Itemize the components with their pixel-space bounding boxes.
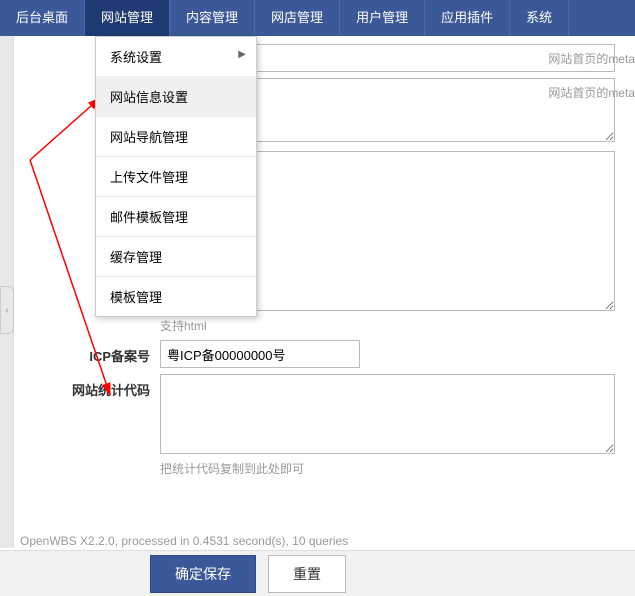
row-stat: 网站统计代码 把统计代码复制到此处即可 [20, 374, 635, 477]
bottom-bar: 确定保存 重置 [0, 550, 635, 596]
nav-tab-2[interactable]: 内容管理 [170, 0, 255, 36]
nav-tab-0[interactable]: 后台桌面 [0, 0, 85, 36]
dropdown-item-6[interactable]: 模板管理 [96, 277, 256, 316]
reset-button[interactable]: 重置 [268, 555, 346, 593]
dropdown-item-4[interactable]: 邮件模板管理 [96, 197, 256, 237]
row-icp: ICP备案号 [20, 340, 635, 368]
dropdown-item-2[interactable]: 网站导航管理 [96, 117, 256, 157]
nav-tab-1[interactable]: 网站管理 [85, 0, 170, 36]
dropdown-item-5[interactable]: 缓存管理 [96, 237, 256, 277]
dropdown-item-1[interactable]: 网站信息设置 [96, 77, 256, 117]
hint-html: 支持html [160, 317, 635, 334]
label-stat: 网站统计代码 [20, 374, 160, 399]
input-icp[interactable] [160, 340, 360, 368]
nav-tab-6[interactable]: 系统 [510, 0, 569, 36]
hint-keywords: 网站首页的meta [548, 44, 635, 67]
label-icp: ICP备案号 [20, 340, 160, 365]
nav-tab-5[interactable]: 应用插件 [425, 0, 510, 36]
footer-info: OpenWBS X2.2.0, processed in 0.4531 seco… [20, 534, 348, 548]
sidebar-toggle[interactable]: ‹ [0, 286, 14, 334]
hint-stat: 把统计代码复制到此处即可 [160, 460, 635, 477]
textarea-stat[interactable] [160, 374, 615, 454]
top-nav: 后台桌面网站管理内容管理网店管理用户管理应用插件系统 [0, 0, 635, 36]
nav-tab-4[interactable]: 用户管理 [340, 0, 425, 36]
dropdown-item-3[interactable]: 上传文件管理 [96, 157, 256, 197]
nav-tab-3[interactable]: 网店管理 [255, 0, 340, 36]
save-button[interactable]: 确定保存 [150, 555, 256, 593]
dropdown-menu: 系统设置▶网站信息设置网站导航管理上传文件管理邮件模板管理缓存管理模板管理 [95, 36, 257, 317]
hint-desc: 网站首页的meta [548, 78, 635, 101]
chevron-right-icon: ▶ [238, 49, 246, 60]
dropdown-item-0[interactable]: 系统设置▶ [96, 37, 256, 77]
